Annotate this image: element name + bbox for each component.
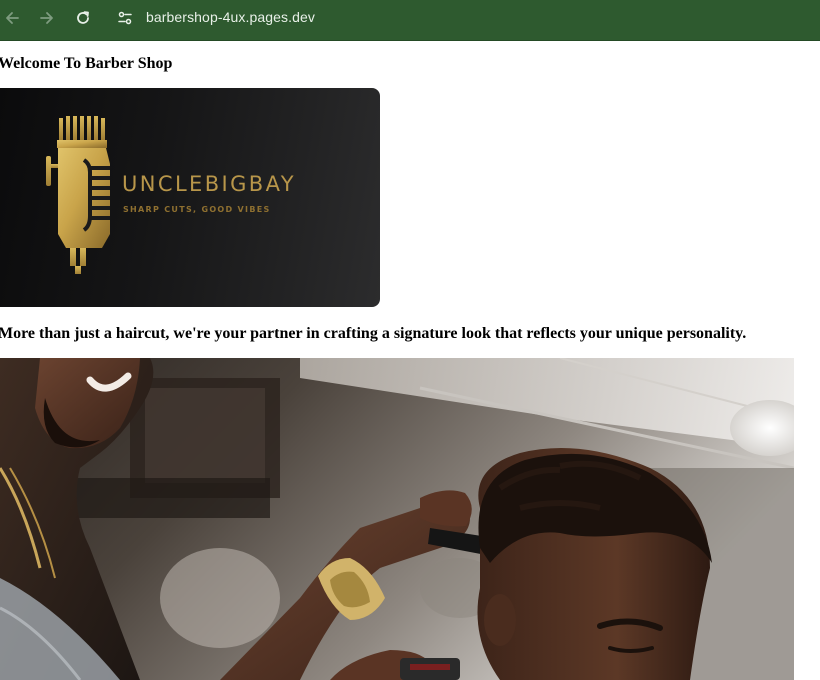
- arrow-right-icon: [40, 12, 53, 24]
- barber-photo: [0, 358, 794, 680]
- intro-text: More than just a haircut, we're your par…: [0, 325, 747, 342]
- arrow-left-icon: [6, 12, 19, 24]
- page-title: Welcome To Barber Shop: [0, 55, 173, 72]
- site-info-button[interactable]: [112, 6, 138, 30]
- browser-toolbar: barbershop-4ux.pages.dev: [0, 0, 820, 41]
- brand-tagline: SHARP CUTS, GOOD VIBES: [123, 205, 271, 214]
- forward-button[interactable]: [31, 4, 63, 32]
- site-settings-icon: [118, 11, 132, 25]
- brand-name: UNCLEBIGBAY: [122, 172, 296, 196]
- brand-logo: UNCLEBIGBAY SHARP CUTS, GOOD VIBES: [0, 88, 380, 307]
- address-bar[interactable]: barbershop-4ux.pages.dev: [108, 4, 820, 32]
- reload-icon: [77, 11, 89, 24]
- hero-photo: [0, 358, 794, 680]
- url-text[interactable]: barbershop-4ux.pages.dev: [146, 9, 315, 25]
- reload-button[interactable]: [67, 4, 99, 32]
- back-button[interactable]: [0, 4, 28, 32]
- clipper-icon: [46, 116, 110, 274]
